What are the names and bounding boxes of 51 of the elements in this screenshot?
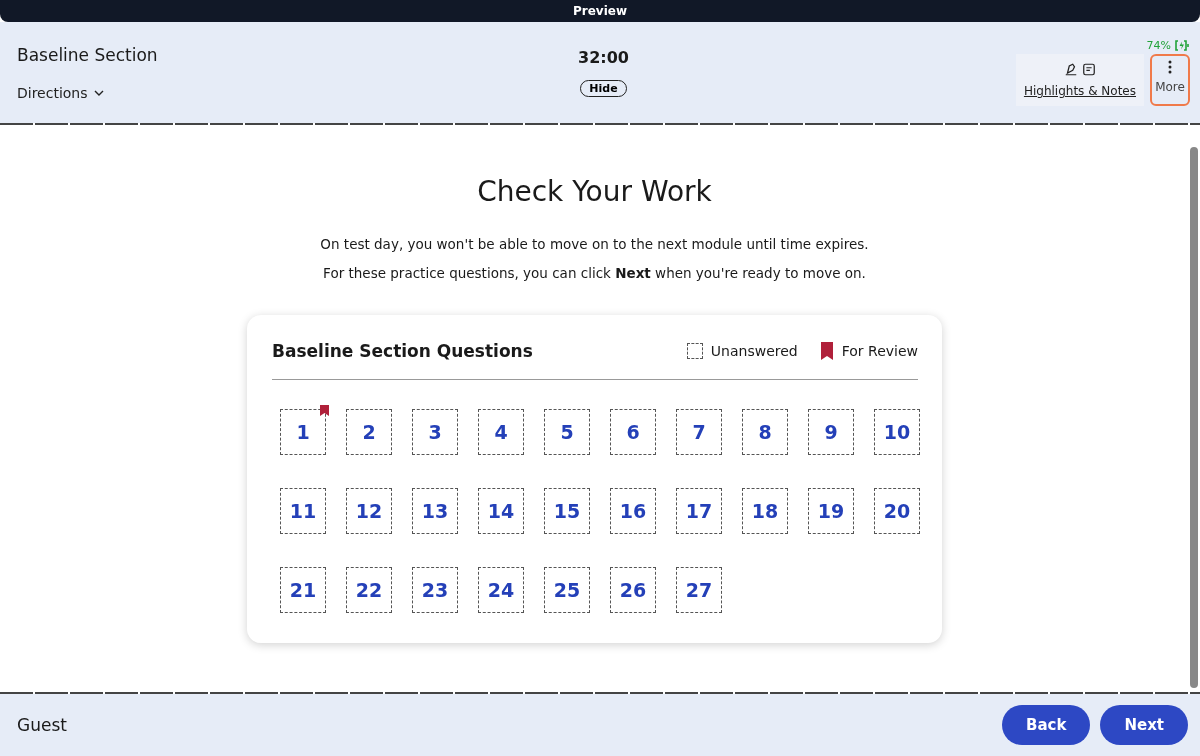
legend-label: Unanswered <box>710 343 798 359</box>
question-number-button[interactable]: 23 <box>412 567 458 613</box>
dashed-box-icon <box>686 343 703 359</box>
question-number-button[interactable]: 14 <box>478 488 524 534</box>
user-name: Guest <box>17 715 67 735</box>
question-number-button[interactable]: 13 <box>412 488 458 534</box>
question-number-button[interactable]: 19 <box>808 488 854 534</box>
question-number-button[interactable]: 18 <box>742 488 788 534</box>
highlighter-icon <box>1063 62 1078 77</box>
question-number-button[interactable]: 24 <box>478 567 524 613</box>
legend-label: For Review <box>841 343 918 359</box>
question-number-button[interactable]: 26 <box>610 567 656 613</box>
question-number-button[interactable]: 8 <box>742 409 788 455</box>
instruction-text: For these practice questions, you can click Next when you're ready to move on. <box>323 265 866 281</box>
question-number-button[interactable]: 1 <box>280 409 326 455</box>
question-number-button[interactable]: 27 <box>676 567 722 613</box>
question-number-button[interactable]: 6 <box>610 409 656 455</box>
question-number-button[interactable]: 9 <box>808 409 854 455</box>
more-icon <box>1168 60 1172 74</box>
question-number-button[interactable]: 17 <box>676 488 722 534</box>
question-number-button[interactable]: 2 <box>346 409 392 455</box>
section-title: Baseline Section <box>17 45 159 65</box>
directions-toggle[interactable]: Directions <box>17 85 104 101</box>
card-title: Baseline Section Questions <box>272 341 533 361</box>
timer: 32:00 <box>578 48 629 67</box>
instruction-text: On test day, you won't be able to move on to the next module until time expires. <box>320 236 869 252</box>
question-number-button[interactable]: 7 <box>676 409 722 455</box>
question-number-button[interactable]: 10 <box>874 409 920 455</box>
nav-button[interactable]: Next <box>1100 705 1188 745</box>
question-number-button[interactable]: 21 <box>280 567 326 613</box>
scrollbar[interactable] <box>1189 147 1199 688</box>
question-number-button[interactable]: 20 <box>874 488 920 534</box>
question-number-button[interactable]: 3 <box>412 409 458 455</box>
page-heading: Check Your Work <box>477 175 712 208</box>
battery-percent: 74% <box>1146 39 1171 52</box>
highlights-notes-button[interactable]: Highlights & Notes <box>1015 54 1144 106</box>
question-number-button[interactable]: 25 <box>544 567 590 613</box>
question-number-button[interactable]: 12 <box>346 488 392 534</box>
question-number-button[interactable]: 15 <box>544 488 590 534</box>
chevron-down-icon <box>93 89 104 97</box>
window-title: Preview <box>573 4 627 18</box>
more-button[interactable]: More <box>1150 54 1190 106</box>
bookmark-icon <box>819 342 834 360</box>
note-icon <box>1081 62 1096 77</box>
battery-icon <box>1174 40 1190 51</box>
question-number-button[interactable]: 16 <box>610 488 656 534</box>
question-number-button[interactable]: 22 <box>346 567 392 613</box>
question-number-button[interactable]: 5 <box>544 409 590 455</box>
question-number-button[interactable]: 11 <box>280 488 326 534</box>
nav-button[interactable]: Back <box>1002 705 1091 745</box>
question-number-button[interactable]: 4 <box>478 409 524 455</box>
